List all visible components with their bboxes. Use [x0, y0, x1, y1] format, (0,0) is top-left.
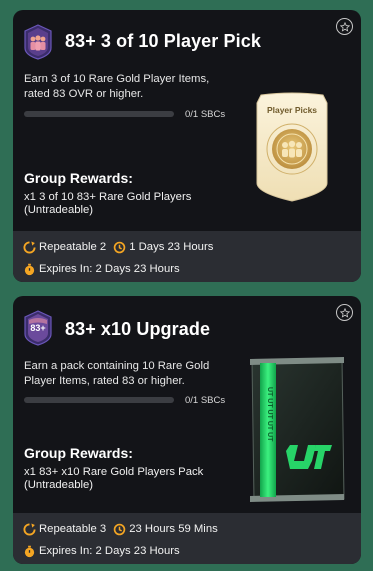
sbc-count: 0/1 SBCs [185, 395, 226, 406]
sbc-card-x10-upgrade[interactable]: 83+ 83+ x10 Upgrade Earn a pack containi… [13, 296, 361, 564]
rewards-title: Group Rewards: [24, 170, 133, 186]
badge-text: 83+ [30, 323, 46, 333]
expiry-text: Expires In: 2 Days 23 Hours [39, 545, 180, 557]
sbc-footer: Repeatable 2 1 Days 23 Hours Expires In:… [13, 231, 361, 282]
sbc-title: 83+ x10 Upgrade [65, 319, 211, 339]
svg-text:UT UT UT UT UT: UT UT UT UT UT [266, 387, 273, 442]
sbc-title: 83+ 3 of 10 Player Pick [65, 31, 261, 51]
sbc-card-player-pick[interactable]: 83+ 3 of 10 Player Pick Earn 3 of 10 Rar… [13, 10, 361, 282]
star-icon [339, 307, 350, 318]
progress-bar [24, 111, 174, 117]
player-trio-badge-icon [24, 24, 52, 60]
expiry-text: Expires In: 2 Days 23 Hours [39, 263, 180, 275]
sbc-description: Earn a pack containing 10 Rare Gold Play… [24, 360, 210, 387]
repeat-timer-row: Repeatable 3 23 Hours 59 Mins [23, 521, 218, 537]
sbc-description: Earn 3 of 10 Rare Gold Player Items, rat… [24, 73, 210, 100]
rewards-title: Group Rewards: [24, 445, 133, 461]
favorite-star-button[interactable] [336, 18, 353, 35]
expiry-row: Expires In: 2 Days 23 Hours [23, 261, 180, 277]
stopwatch-icon [24, 263, 35, 275]
repeat-icon [23, 240, 36, 253]
repeatable-count: Repeatable 3 [39, 523, 107, 535]
sbc-footer: Repeatable 3 23 Hours 59 Mins Expires In… [13, 513, 361, 564]
expiry-row: Expires In: 2 Days 23 Hours [23, 543, 180, 559]
player-picks-reward-item[interactable]: Player Picks [253, 91, 331, 204]
ut-pack-art: UT UT UT UT UT [250, 357, 345, 502]
repeat-timer-row: Repeatable 2 1 Days 23 Hours [23, 239, 213, 255]
timer-icon [113, 523, 126, 535]
star-icon [339, 21, 350, 32]
progress-bar [24, 397, 174, 403]
player-picks-label: Player Picks [266, 105, 318, 115]
time-remaining: 23 Hours 59 Mins [129, 523, 218, 535]
sbc-count: 0/1 SBCs [185, 109, 226, 120]
time-remaining: 1 Days 23 Hours [129, 241, 214, 253]
pack-reward-item[interactable]: UT UT UT UT UT UT [246, 357, 348, 504]
repeatable-count: Repeatable 2 [39, 241, 107, 253]
stopwatch-icon [24, 545, 35, 557]
timer-icon [113, 241, 126, 253]
favorite-star-button[interactable] [336, 304, 353, 321]
rewards-text: x1 83+ x10 Rare Gold Players Pack (Untra… [24, 466, 204, 491]
repeat-icon [23, 522, 36, 535]
rewards-text: x1 3 of 10 83+ Rare Gold Players (Untrad… [24, 191, 192, 216]
